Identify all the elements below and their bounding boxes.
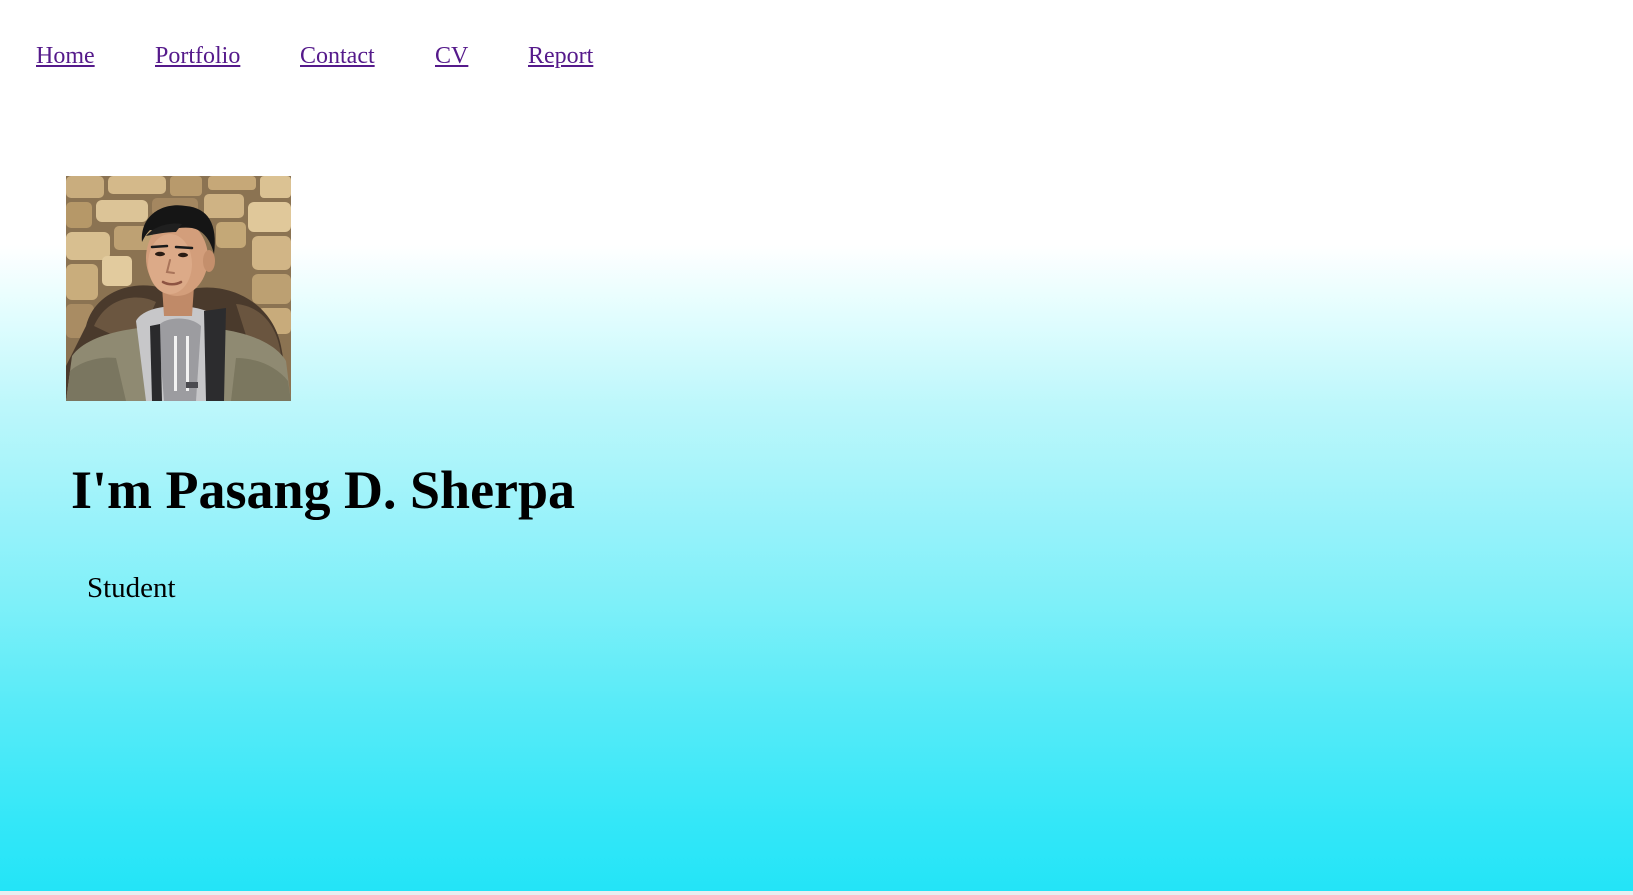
profile-photo [66,176,291,401]
nav-link-contact[interactable]: Contact [300,42,375,70]
page-background: Home Portfolio Contact CV Report I'm Pas… [0,0,1633,895]
hero-title: I'm Pasang D. Sherpa [71,460,576,520]
bottom-edge-divider [0,891,1633,895]
nav-link-home[interactable]: Home [36,42,95,70]
top-navigation: Home Portfolio Contact CV Report [0,0,1633,110]
nav-link-report[interactable]: Report [528,42,593,70]
nav-link-cv[interactable]: CV [435,42,468,70]
nav-link-portfolio[interactable]: Portfolio [155,42,240,70]
hero-role: Student [87,572,176,604]
